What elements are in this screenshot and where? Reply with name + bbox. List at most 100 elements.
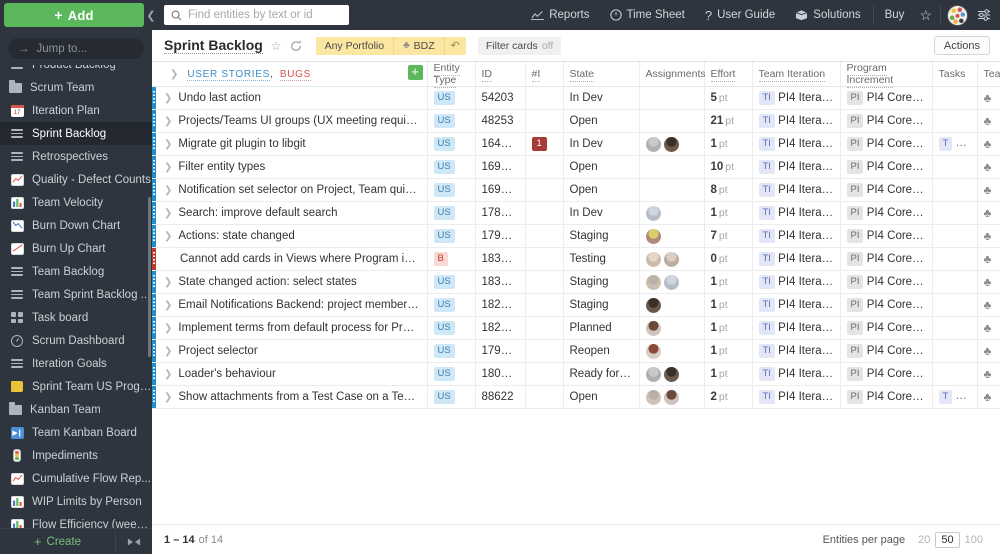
row-entity-type[interactable]: US	[426, 362, 475, 386]
row-program-increment[interactable]: PI PI4 Core Banking	[839, 86, 932, 110]
avatar[interactable]	[645, 228, 661, 244]
row-effort[interactable]: 1 pt	[703, 339, 752, 363]
row-title-cell[interactable]: ❯ State changed action: select states	[152, 270, 427, 294]
avatar[interactable]	[663, 389, 679, 405]
chevron-right-icon[interactable]: ❯	[164, 392, 172, 403]
table-row[interactable]: Cannot add cards in Views where Program …	[152, 247, 1000, 271]
row-state[interactable]: Testing	[562, 247, 639, 271]
row-title-cell[interactable]: ❯ Show attachments from a Test Case on a …	[152, 385, 427, 409]
table-row[interactable]: ❯ Email Notifications Backend: project me…	[152, 293, 1000, 317]
row-team-iteration[interactable]: TI PI4 Iteration4	[751, 316, 840, 340]
create-button[interactable]: + Create	[0, 529, 115, 554]
buy-button[interactable]: Buy	[876, 0, 914, 30]
category-bugs[interactable]: BUGS	[279, 69, 311, 81]
row-assignments[interactable]	[638, 224, 704, 248]
row-state[interactable]: Planned	[562, 316, 639, 340]
avatar[interactable]	[645, 274, 661, 290]
nav-reports[interactable]: Reports	[521, 0, 599, 30]
row-entity-type[interactable]: B	[426, 247, 475, 271]
header-entity-type[interactable]: Entity Type	[426, 62, 475, 88]
row-tasks[interactable]	[931, 86, 977, 110]
row-program-increment[interactable]: PI PI4 Core Banking	[839, 270, 932, 294]
row-title-cell[interactable]: ❯ Projects/Teams UI groups (UX meeting re…	[152, 109, 427, 133]
row-tasks[interactable]	[931, 201, 977, 225]
row-teams[interactable]: ♣	[976, 132, 1000, 156]
row-team-iteration[interactable]: TI PI4 Iteration4	[751, 385, 840, 409]
row-title-cell[interactable]: ❯ Actions: state changed	[152, 224, 427, 248]
chevron-right-icon[interactable]: ❯	[170, 69, 178, 80]
star-outline-icon[interactable]: ☆	[913, 0, 938, 30]
row-title-cell[interactable]: ❯ Migrate git plugin to libgit	[152, 132, 427, 156]
row-assignments[interactable]	[638, 385, 704, 409]
row-assignments[interactable]	[638, 178, 704, 202]
row-tasks[interactable]	[931, 270, 977, 294]
row-title-cell[interactable]: ❯ Notification set selector on Project, T…	[152, 178, 427, 202]
row-program-increment[interactable]: PI PI4 Core Banking	[839, 201, 932, 225]
row-assignments[interactable]	[638, 316, 704, 340]
row-effort[interactable]: 1 pt	[703, 270, 752, 294]
jump-to-button[interactable]: → Jump to...	[8, 38, 144, 59]
avatar[interactable]	[645, 389, 661, 405]
row-assignments[interactable]	[638, 270, 704, 294]
category-user-stories[interactable]: USER STORIES	[187, 69, 270, 81]
chevron-right-icon[interactable]: ❯	[164, 369, 172, 380]
row-effort[interactable]: 2 pt	[703, 385, 752, 409]
row-teams[interactable]: ♣	[976, 385, 1000, 409]
row-program-increment[interactable]: PI PI4 Core Banking	[839, 316, 932, 340]
row-state[interactable]: Staging	[562, 270, 639, 294]
row-state[interactable]: Staging	[562, 224, 639, 248]
collapse-handle-icon[interactable]	[116, 529, 152, 554]
sidebar-item-product-backlog[interactable]: Product Backlog	[0, 65, 152, 76]
sidebar-collapse-icon[interactable]: ❮	[144, 0, 158, 30]
table-row[interactable]: ❯ Loader's behaviour US 180935 Ready for Tes…	[152, 362, 1000, 386]
row-assignments[interactable]	[638, 362, 704, 386]
row-team-iteration[interactable]: TI PI4 Iteration4	[751, 132, 840, 156]
table-row[interactable]: ❯ Search: improve default search US 178794 I…	[152, 201, 1000, 225]
row-title-cell[interactable]: ❯ Loader's behaviour	[152, 362, 427, 386]
per-page-100[interactable]: 100	[960, 533, 988, 547]
chevron-right-icon[interactable]: ❯	[164, 346, 172, 357]
row-team-iteration[interactable]: TI PI4 Iteration4	[751, 201, 840, 225]
sidebar-scrollbar[interactable]	[148, 197, 151, 357]
row-team-iteration[interactable]: TI PI4 Iteration4	[751, 362, 840, 386]
row-effort[interactable]: 10 pt	[703, 155, 752, 179]
row-assignments[interactable]	[638, 86, 704, 110]
row-program-increment[interactable]: PI PI4 Core Banking	[839, 155, 932, 179]
row-team-iteration[interactable]: TI PI4 Iteration4	[751, 155, 840, 179]
user-avatar[interactable]	[947, 4, 968, 26]
row-effort[interactable]: 1 pt	[703, 316, 752, 340]
row-title-cell[interactable]: ❯ Search: improve default search	[152, 201, 427, 225]
row-team-iteration[interactable]: TI PI4 Iteration4	[751, 178, 840, 202]
row-team-iteration[interactable]: TI PI4 Iteration4	[751, 109, 840, 133]
sidebar-item-task-board[interactable]: Task board	[0, 306, 152, 329]
chevron-right-icon[interactable]: ❯	[164, 162, 172, 173]
avatar[interactable]	[663, 366, 679, 382]
bdz-pill[interactable]: ♣ BDZ	[394, 36, 445, 55]
per-page-50[interactable]: 50	[935, 531, 960, 548]
row-tasks[interactable]	[931, 339, 977, 363]
row-program-increment[interactable]: PI PI4 Core Banking	[839, 362, 932, 386]
row-entity-type[interactable]: US	[426, 270, 475, 294]
chevron-right-icon[interactable]: ❯	[164, 300, 172, 311]
avatar[interactable]	[663, 136, 679, 152]
row-effort[interactable]: 8 pt	[703, 178, 752, 202]
row-effort[interactable]: 1 pt	[703, 132, 752, 156]
row-state[interactable]: In Dev	[562, 86, 639, 110]
avatar[interactable]	[645, 251, 661, 267]
row-title-cell[interactable]: ❯ Filter entity types	[152, 155, 427, 179]
table-row[interactable]: ❯ Project selector US 179828 Reopen 1 pt TI PI4…	[152, 339, 1000, 363]
table-row[interactable]: ❯ Notification set selector on Project, T…	[152, 178, 1000, 202]
row-effort[interactable]: 1 pt	[703, 293, 752, 317]
header-tasks[interactable]: Tasks	[931, 62, 977, 87]
row-program-increment[interactable]: PI PI4 Core Banking	[839, 178, 932, 202]
table-row[interactable]: ❯ Actions: state changed US 179809 Staging 7 p…	[152, 224, 1000, 248]
row-state[interactable]: In Dev	[562, 201, 639, 225]
row-teams[interactable]: ♣	[976, 362, 1000, 386]
header-teams[interactable]: Teams	[976, 62, 1000, 87]
table-row[interactable]: ❯ Implement terms from default process fo…	[152, 316, 1000, 340]
avatar[interactable]	[645, 320, 661, 336]
row-entity-type[interactable]: US	[426, 293, 475, 317]
sidebar-item-kanban-team[interactable]: Kanban Team	[0, 398, 152, 421]
table-row[interactable]: ❯ Projects/Teams UI groups (UX meeting re…	[152, 109, 1000, 133]
row-team-iteration[interactable]: TI PI4 Iteration4	[751, 270, 840, 294]
